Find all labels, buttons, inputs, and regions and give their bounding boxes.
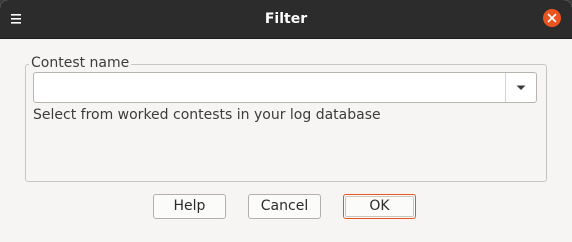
cancel-button[interactable]: Cancel [248, 194, 321, 219]
title-bar: Filter [0, 0, 572, 39]
ok-button-label: OK [345, 196, 414, 217]
chevron-down-icon[interactable] [515, 84, 527, 92]
group-legend: Contest name [29, 54, 132, 72]
close-icon [547, 13, 557, 23]
close-button[interactable] [543, 9, 561, 27]
combo-divider [505, 73, 506, 102]
ok-button[interactable]: OK [343, 194, 416, 219]
help-button[interactable]: Help [153, 194, 226, 219]
contest-name-combobox[interactable] [33, 72, 537, 103]
hint-text: Select from worked contests in your log … [33, 107, 381, 123]
filter-dialog: Filter Contest name Select from worked c… [0, 0, 572, 242]
window-title: Filter [264, 11, 308, 27]
